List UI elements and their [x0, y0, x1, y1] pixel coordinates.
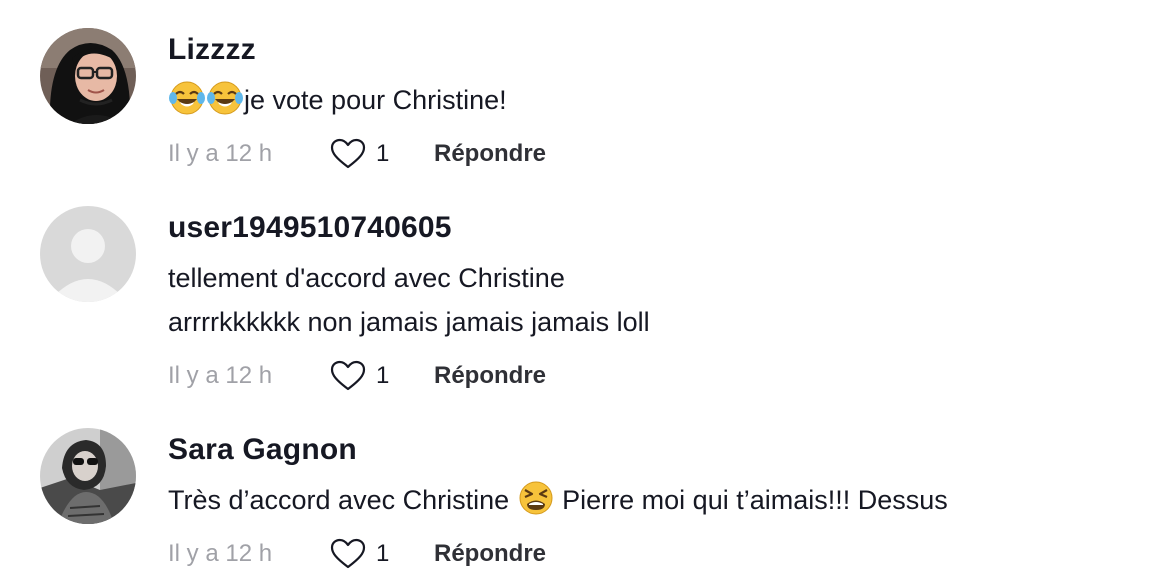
comment-content: Lizzzz je vote pour Christine! Il y a 12… — [168, 32, 1134, 169]
comment-time: Il y a 12 h — [168, 140, 273, 167]
comment-username[interactable]: Sara Gagnon — [168, 432, 1134, 468]
default-avatar-icon — [40, 206, 136, 302]
reply-button[interactable]: Répondre — [434, 362, 546, 390]
comment-meta: Il y a 12 h 1 Répondre — [168, 534, 546, 574]
avatar-photo — [40, 428, 136, 524]
heart-icon — [330, 538, 366, 569]
comment-text-part: Pierre moi qui t’aimais!!! Dessus — [554, 485, 948, 515]
face-with-tears-of-joy-icon — [169, 81, 205, 115]
like-count: 1 — [376, 362, 390, 389]
comment-meta: Il y a 12 h 1 Répondre — [168, 134, 546, 174]
comment-text-line: je vote pour Christine! — [244, 85, 507, 115]
avatar[interactable] — [40, 206, 136, 302]
like-count: 1 — [376, 140, 390, 167]
avatar[interactable] — [40, 428, 136, 524]
avatar[interactable] — [40, 28, 136, 124]
avatar-photo — [40, 28, 136, 124]
like-button[interactable]: 1 — [330, 138, 434, 170]
like-count: 1 — [376, 540, 390, 567]
comment-username[interactable]: Lizzzz — [168, 32, 1134, 68]
comment-content: Sara Gagnon Très d’accord avec Christine… — [168, 432, 1134, 569]
reply-button[interactable]: Répondre — [434, 140, 546, 168]
comment-text: Très d’accord avec Christine Pierre moi … — [168, 478, 1134, 522]
comment-text-part: Très d’accord avec Christine — [168, 485, 517, 515]
comment-content: user1949510740605 tellement d'accord ave… — [168, 210, 1134, 391]
heart-icon — [330, 360, 366, 391]
tired-face-icon — [519, 481, 553, 515]
comment-time: Il y a 12 h — [168, 362, 273, 389]
reply-button[interactable]: Répondre — [434, 540, 546, 568]
heart-icon — [330, 138, 366, 169]
face-with-tears-of-joy-icon — [207, 81, 243, 115]
comment-time: Il y a 12 h — [168, 540, 273, 567]
comment-text-line: arrrrkkkkkk non jamais jamais jamais lol… — [168, 307, 650, 337]
comment-username[interactable]: user1949510740605 — [168, 210, 1134, 246]
like-button[interactable]: 1 — [330, 360, 434, 392]
like-button[interactable]: 1 — [330, 538, 434, 570]
comment-text-line: tellement d'accord avec Christine — [168, 263, 565, 293]
comment-meta: Il y a 12 h 1 Répondre — [168, 356, 546, 396]
comment-text: je vote pour Christine! — [168, 78, 1134, 122]
